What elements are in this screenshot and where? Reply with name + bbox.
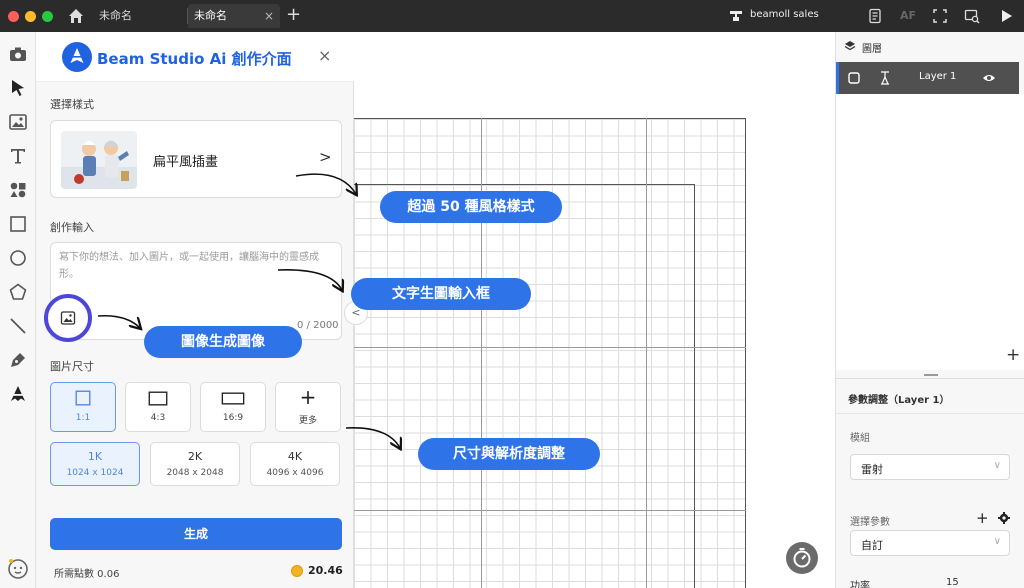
callout-image-to-image: 圖像生成圖像 (144, 326, 302, 358)
callout-style-count: 超過 50 種風格樣式 (380, 191, 562, 223)
callout-size-resolution: 尺寸與解析度調整 (418, 438, 600, 470)
callout-text-input: 文字生圖輸入框 (351, 278, 531, 310)
